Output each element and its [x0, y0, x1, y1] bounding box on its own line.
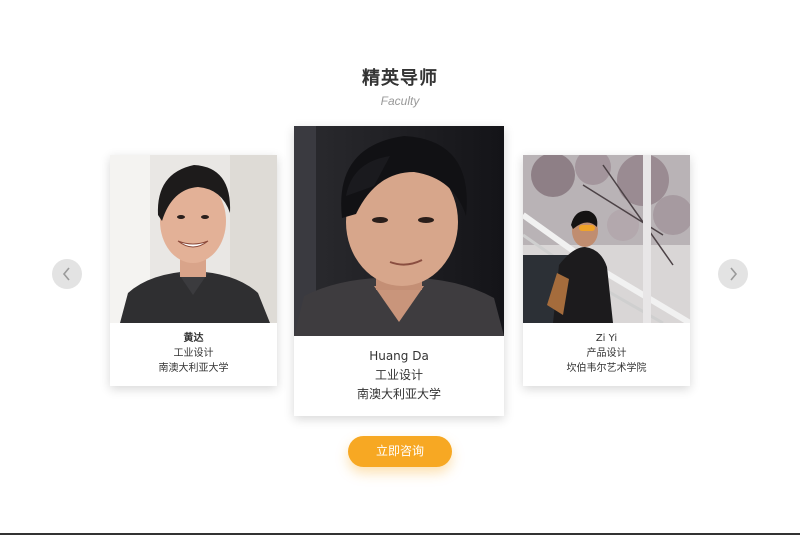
mentor-major: 产品设计: [586, 348, 627, 359]
mentor-photo: [523, 155, 690, 323]
carousel-next-button[interactable]: [718, 259, 748, 289]
mentor-major: 工业设计: [374, 368, 423, 382]
section-title: 精英导师: [362, 68, 438, 89]
consult-now-button[interactable]: 立即咨询: [348, 436, 452, 467]
chevron-right-icon: [730, 267, 738, 281]
portrait-man-closeup-icon: [294, 126, 504, 336]
portrait-smiling-man-icon: [110, 155, 277, 323]
mentor-name: Huang Da: [369, 349, 429, 363]
mentor-major: 工业设计: [173, 348, 214, 359]
mentor-card-active[interactable]: Huang Da 工业设计 南澳大利亚大学: [294, 126, 504, 416]
mentor-name: Zi Yi: [595, 333, 618, 344]
mentor-card[interactable]: Zi Yi 产品设计 坎伯韦尔艺术学院: [523, 155, 690, 386]
mentor-photo: [294, 126, 504, 336]
mentor-info: Huang Da 工业设计 南澳大利亚大学: [294, 347, 504, 404]
carousel-prev-button[interactable]: [52, 259, 82, 289]
section-subtitle: Faculty: [380, 94, 420, 108]
mentor-school: 南澳大利亚大学: [356, 387, 441, 401]
mentor-name: 黄达: [183, 333, 204, 344]
mentor-school: 南澳大利亚大学: [158, 363, 229, 374]
mentor-photo: [110, 155, 277, 323]
mentor-card[interactable]: 黄达 工业设计 南澳大利亚大学: [110, 155, 277, 386]
mentor-info: 黄达 工业设计 南澳大利亚大学: [110, 331, 277, 376]
portrait-man-cherry-blossom-icon: [523, 155, 690, 323]
mentor-school: 坎伯韦尔艺术学院: [566, 363, 647, 374]
chevron-left-icon: [62, 267, 70, 281]
mentor-info: Zi Yi 产品设计 坎伯韦尔艺术学院: [523, 331, 690, 376]
